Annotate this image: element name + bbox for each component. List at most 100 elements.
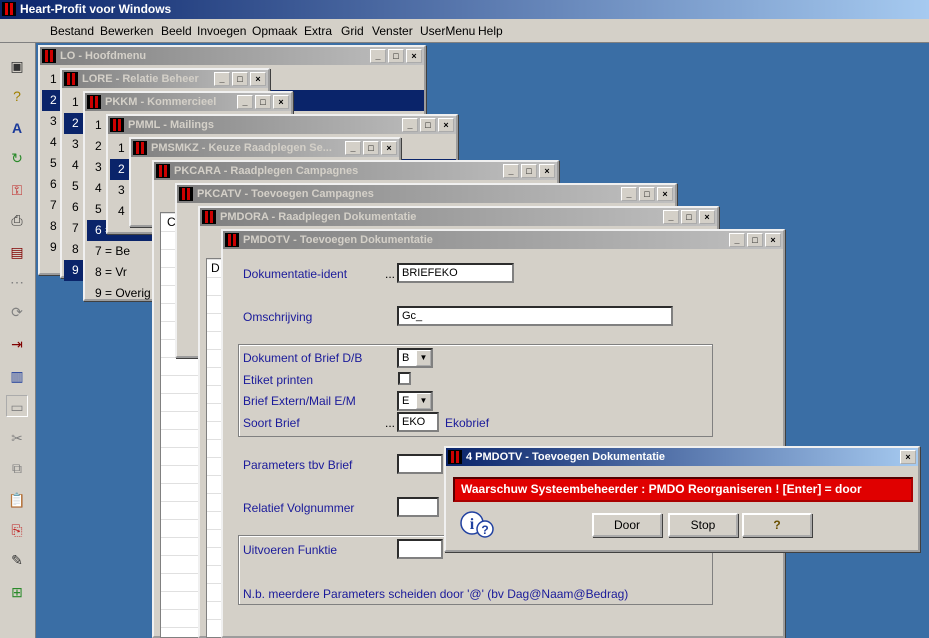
- cut-icon[interactable]: ✂: [6, 427, 28, 449]
- close-button[interactable]: ×: [539, 164, 555, 178]
- etiket-checkbox[interactable]: [398, 372, 411, 385]
- menu-invoegen[interactable]: Invoegen: [197, 23, 246, 39]
- font-icon[interactable]: A: [6, 117, 28, 139]
- maximize-button[interactable]: □: [681, 210, 697, 224]
- close-button[interactable]: ×: [438, 118, 454, 132]
- minimize-button[interactable]: _: [621, 187, 637, 201]
- menu-extra[interactable]: Extra: [304, 23, 332, 39]
- stop-button[interactable]: Stop: [668, 513, 738, 537]
- window-title: PKCARA - Raadplegen Campagnes: [174, 165, 359, 177]
- minimize-button[interactable]: _: [729, 233, 745, 247]
- window-title: PMDORA - Raadplegen Dokumentatie: [220, 211, 417, 223]
- minimize-button[interactable]: _: [663, 210, 679, 224]
- window-title: PMML - Mailings: [128, 119, 214, 131]
- menu-help[interactable]: Help: [478, 23, 503, 39]
- maximize-button[interactable]: □: [521, 164, 537, 178]
- help-button[interactable]: ?: [742, 513, 812, 537]
- maximize-button[interactable]: □: [255, 95, 271, 109]
- edit-icon[interactable]: ✎: [6, 549, 28, 571]
- minimize-button[interactable]: _: [345, 141, 361, 155]
- dialog-title-bar[interactable]: 4 PMDOTV - Toevoegen Dokumentatie: [446, 448, 918, 466]
- minimize-button[interactable]: _: [370, 49, 386, 63]
- maximize-button[interactable]: □: [747, 233, 763, 247]
- app-window-icon[interactable]: ▣: [6, 55, 28, 77]
- app-logo-icon: [156, 164, 170, 178]
- app-logo-icon: [448, 450, 462, 464]
- refresh-icon[interactable]: ⟳: [6, 301, 28, 323]
- maximize-button[interactable]: □: [639, 187, 655, 201]
- close-button[interactable]: ×: [406, 49, 422, 63]
- paste-icon[interactable]: 📋: [6, 489, 28, 511]
- window-pmdotv-toevoegen-dokumentatie: PMDOTV - Toevoegen Dokumentatie _ □ × Doku…: [221, 229, 785, 638]
- menu-bestand[interactable]: Bestand: [50, 23, 94, 39]
- menu-bewerken[interactable]: Bewerken: [100, 23, 153, 39]
- uitvoeren-label: Uitvoeren Funktie: [243, 543, 338, 557]
- maximize-button[interactable]: □: [420, 118, 436, 132]
- close-button[interactable]: ×: [657, 187, 673, 201]
- info-help-icon: i ?: [460, 510, 494, 540]
- export-icon[interactable]: ⇥: [6, 333, 28, 355]
- soort-brief-input[interactable]: EKO: [397, 412, 439, 432]
- app-logo-icon: [42, 49, 56, 63]
- app-logo-icon: [87, 95, 101, 109]
- menu-opmaak[interactable]: Opmaak: [252, 23, 297, 39]
- copy-icon[interactable]: ⧉: [6, 457, 28, 479]
- chart-icon[interactable]: ▥: [6, 365, 28, 387]
- alert-dialog: 4 PMDOTV - Toevoegen Dokumentatie × Waar…: [444, 446, 920, 552]
- alert-message: Waarschuw Systeembeheerder : PMDO Reorga…: [453, 477, 913, 502]
- minimize-button[interactable]: _: [237, 95, 253, 109]
- close-button[interactable]: ×: [699, 210, 715, 224]
- calculator-icon[interactable]: ▤: [6, 241, 28, 263]
- minimize-button[interactable]: _: [214, 72, 230, 86]
- window-title-bar[interactable]: PMDOTV - Toevoegen Dokumentatie: [223, 231, 783, 249]
- close-button[interactable]: ×: [900, 450, 916, 464]
- chevron-down-icon[interactable]: ▼: [416, 350, 431, 366]
- window-title: PKCATV - Toevoegen Campagnes: [197, 188, 374, 200]
- brief-extern-label: Brief Extern/Mail E/M: [243, 394, 356, 408]
- key-icon[interactable]: ⚿: [6, 179, 28, 201]
- window-title: PKKM - Kommercieel: [105, 96, 217, 108]
- uitvoeren-input[interactable]: [397, 539, 443, 559]
- window-title-bar[interactable]: PMDORA - Raadplegen Dokumentatie: [200, 208, 717, 226]
- maximize-button[interactable]: □: [388, 49, 404, 63]
- app-logo-icon: [225, 233, 239, 247]
- dots-icon[interactable]: ⋯: [6, 271, 28, 293]
- menu-usermenu[interactable]: UserMenu: [420, 23, 475, 39]
- help-question-icon[interactable]: ?: [6, 85, 28, 107]
- dok-brief-select[interactable]: B ▼: [397, 348, 433, 368]
- relatief-input[interactable]: [397, 497, 439, 517]
- maximize-button[interactable]: □: [232, 72, 248, 86]
- dialog-title: 4 PMDOTV - Toevoegen Dokumentatie: [466, 451, 666, 463]
- dok-ident-input[interactable]: BRIEFEKO: [397, 263, 514, 283]
- window-title-bar[interactable]: LO - Hoofdmenu: [40, 47, 424, 65]
- maximize-button[interactable]: □: [363, 141, 379, 155]
- window-title-bar[interactable]: PKCATV - Toevoegen Campagnes: [177, 185, 675, 203]
- close-button[interactable]: ×: [765, 233, 781, 247]
- close-button[interactable]: ×: [273, 95, 289, 109]
- lookup-dots[interactable]: ...: [385, 416, 395, 430]
- window-title-bar[interactable]: PKCARA - Raadplegen Campagnes: [154, 162, 557, 180]
- menu-beeld[interactable]: Beeld: [161, 23, 192, 39]
- lookup-dots[interactable]: ...: [385, 267, 395, 281]
- menu-grid[interactable]: Grid: [341, 23, 364, 39]
- params-input[interactable]: [397, 454, 443, 474]
- brief-extern-select[interactable]: E ▼: [397, 391, 433, 411]
- close-button[interactable]: ×: [250, 72, 266, 86]
- menu-venster[interactable]: Venster: [372, 23, 413, 39]
- dok-brief-value: B: [402, 352, 410, 364]
- tree-icon[interactable]: ⊞: [6, 581, 28, 603]
- chevron-down-icon[interactable]: ▼: [416, 393, 431, 409]
- window-icon[interactable]: ▭: [6, 395, 28, 417]
- door-button[interactable]: Door: [592, 513, 662, 537]
- omschrijving-input[interactable]: Gc_: [397, 306, 673, 326]
- dok-ident-label: Dokumentatie-ident: [243, 267, 348, 281]
- recycle-icon[interactable]: ↻: [6, 147, 28, 169]
- minimize-button[interactable]: _: [402, 118, 418, 132]
- printer-icon[interactable]: ⎙: [6, 209, 28, 231]
- paste-special-icon[interactable]: ⎘: [6, 519, 28, 541]
- close-button[interactable]: ×: [381, 141, 397, 155]
- minimize-button[interactable]: _: [503, 164, 519, 178]
- window-title: PMDOTV - Toevoegen Dokumentatie: [243, 234, 433, 246]
- svg-text:?: ?: [481, 523, 488, 537]
- app-logo-icon: [2, 2, 16, 16]
